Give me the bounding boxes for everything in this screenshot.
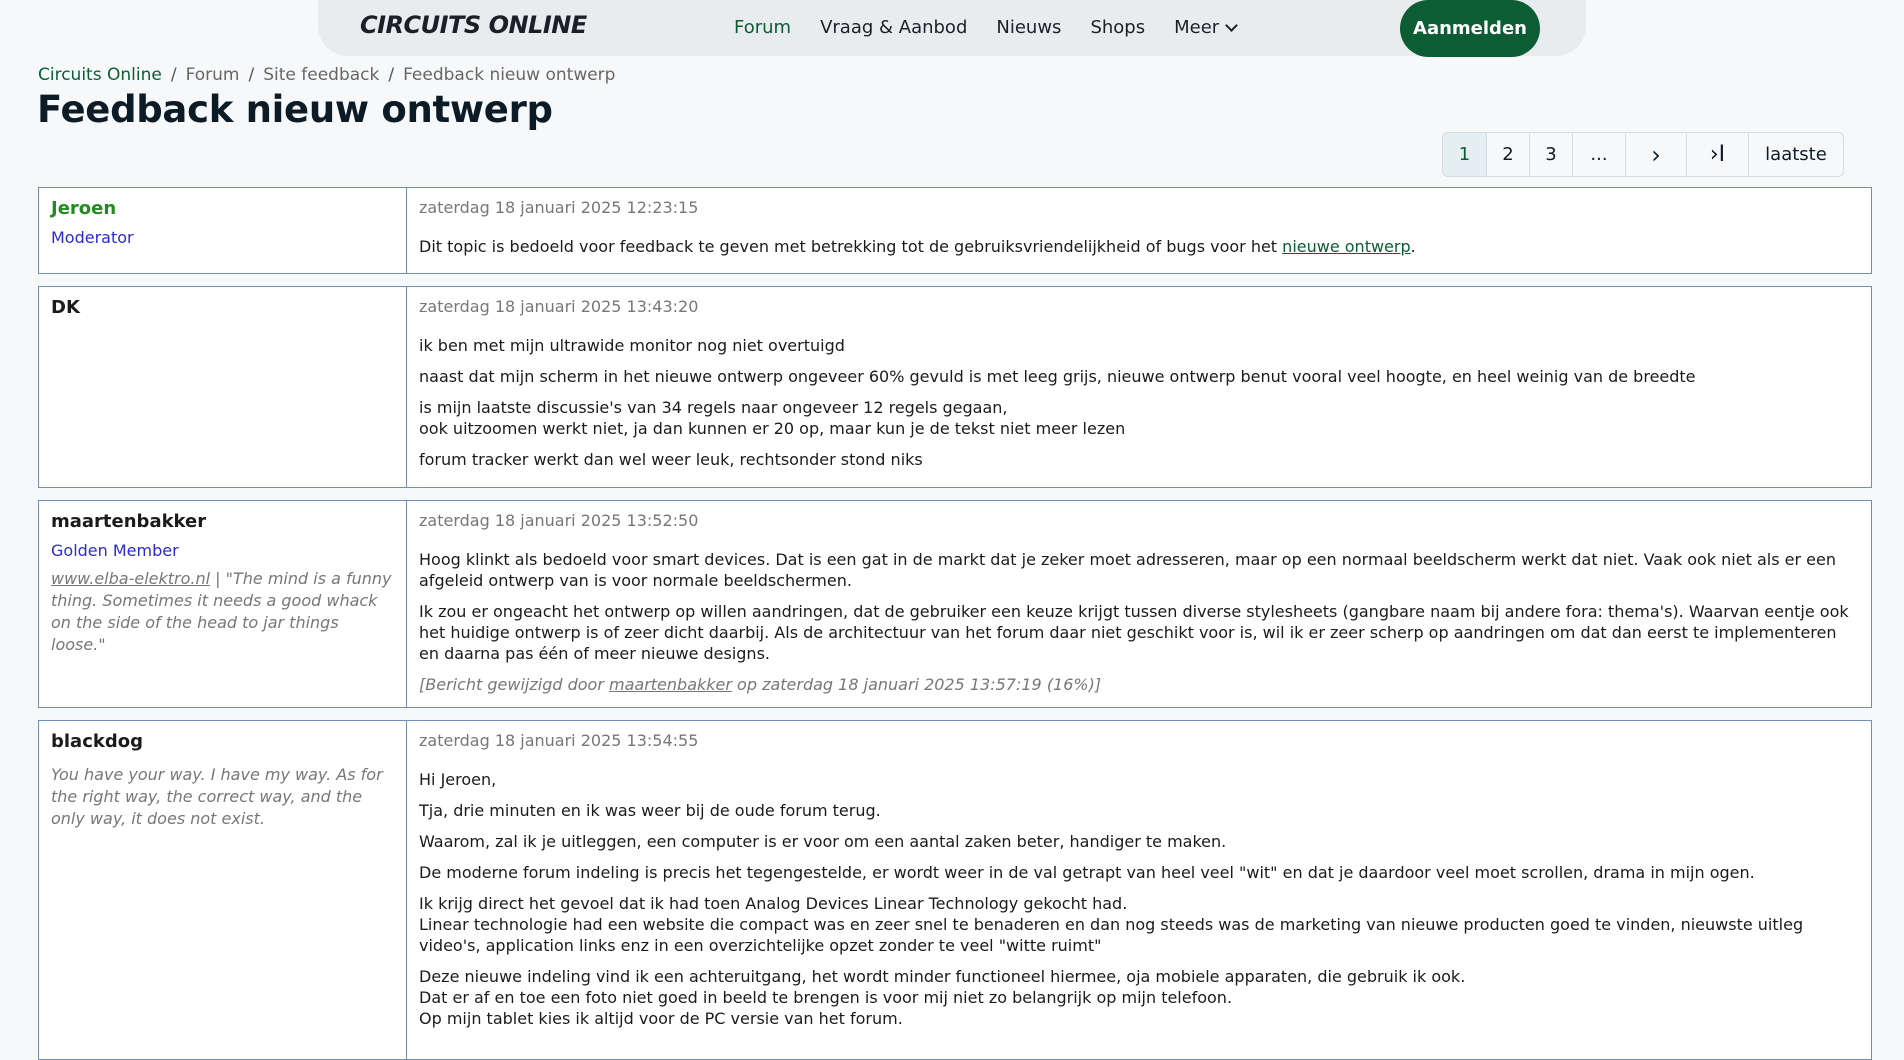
author-signature: You have your way. I have my way. As for…	[51, 765, 383, 828]
post-author-panel: DK	[39, 287, 407, 487]
top-navigation: CIRCUITS ONLINE Forum Vraag & Aanbod Nie…	[318, 0, 1586, 57]
author-name[interactable]: maartenbakker	[51, 511, 394, 532]
nav-meer-label: Meer	[1174, 17, 1220, 38]
post-paragraph: Deze nieuwe indeling vind ik een achteru…	[419, 967, 1466, 1028]
post-content: zaterdag 18 januari 2025 12:23:15 Dit to…	[407, 188, 1871, 276]
post-paragraph: Hi Jeroen,	[419, 770, 497, 789]
author-signature: www.elba-elektro.nl | "The mind is a fun…	[51, 569, 392, 654]
post-content: zaterdag 18 januari 2025 13:52:50 Hoog k…	[407, 501, 1871, 714]
author-rank: Golden Member	[51, 541, 179, 560]
post-author-panel: Jeroen Moderator	[39, 188, 407, 273]
page-title: Feedback nieuw ontwerp	[37, 88, 553, 131]
post-jeroen: Jeroen Moderator zaterdag 18 januari 202…	[38, 187, 1872, 274]
next-page-icon[interactable]: ›	[1626, 132, 1687, 177]
site-logo[interactable]: CIRCUITS ONLINE	[360, 11, 587, 39]
post-paragraph: Ik krijg direct het gevoel dat ik had to…	[419, 894, 1804, 955]
post-content: zaterdag 18 januari 2025 13:54:55 Hi Jer…	[407, 721, 1871, 1048]
edit-author-link[interactable]: maartenbakker	[609, 675, 732, 694]
post-date: zaterdag 18 januari 2025 12:23:15	[419, 198, 699, 217]
chevron-down-icon	[1225, 19, 1239, 32]
breadcrumb-site-feedback[interactable]: Site feedback	[263, 65, 379, 85]
breadcrumb-forum[interactable]: Forum	[186, 65, 240, 85]
author-rank: Moderator	[51, 228, 134, 247]
post-author-panel: blackdog You have your way. I have my wa…	[39, 721, 407, 1059]
nav-shops[interactable]: Shops	[1090, 17, 1145, 38]
author-name[interactable]: DK	[51, 297, 394, 318]
post-blackdog: blackdog You have your way. I have my wa…	[38, 720, 1872, 1060]
post-author-panel: maartenbakker Golden Member www.elba-ele…	[39, 501, 407, 707]
login-button[interactable]: Aanmelden	[1400, 0, 1540, 57]
post-paragraph: Tja, drie minuten en ik was weer bij de …	[419, 801, 881, 820]
pagination: 1 2 3 ... › ›I laatste	[1442, 132, 1844, 177]
post-paragraph: forum tracker werkt dan wel weer leuk, r…	[419, 450, 923, 469]
post-paragraph: De moderne forum indeling is precis het …	[419, 863, 1755, 882]
author-name[interactable]: Jeroen	[51, 198, 394, 219]
last-page-icon[interactable]: ›I	[1687, 132, 1749, 177]
post-date: zaterdag 18 januari 2025 13:52:50	[419, 511, 699, 530]
post-paragraph: naast dat mijn scherm in het nieuwe ontw…	[419, 367, 1696, 386]
nieuwe-ontwerp-link[interactable]: nieuwe ontwerp	[1282, 237, 1410, 256]
page-3-button[interactable]: 3	[1530, 132, 1573, 177]
post-content: zaterdag 18 januari 2025 13:43:20 ik ben…	[407, 287, 1871, 489]
nav-links: Forum Vraag & Aanbod Nieuws Shops Meer	[734, 17, 1239, 38]
post-paragraph: is mijn laatste discussie's van 34 regel…	[419, 398, 1126, 438]
nav-nieuws[interactable]: Nieuws	[996, 17, 1061, 38]
nav-forum[interactable]: Forum	[734, 17, 791, 38]
signature-link[interactable]: www.elba-elektro.nl	[51, 569, 210, 588]
post-paragraph: Dit topic is bedoeld voor feedback te ge…	[419, 237, 1416, 256]
post-paragraph: ik ben met mijn ultrawide monitor nog ni…	[419, 336, 845, 355]
post-paragraph: Waarom, zal ik je uitleggen, een compute…	[419, 832, 1227, 851]
post-maartenbakker: maartenbakker Golden Member www.elba-ele…	[38, 500, 1872, 708]
nav-vraag-aanbod[interactable]: Vraag & Aanbod	[820, 17, 967, 38]
page-1-button[interactable]: 1	[1442, 132, 1487, 177]
breadcrumb: Circuits Online / Forum / Site feedback / Feed…	[38, 65, 616, 85]
page-2-button[interactable]: 2	[1487, 132, 1530, 177]
author-name[interactable]: blackdog	[51, 731, 394, 752]
post-date: zaterdag 18 januari 2025 13:54:55	[419, 731, 699, 750]
post-dk: DK zaterdag 18 januari 2025 13:43:20 ik …	[38, 286, 1872, 488]
edit-notice: [Bericht gewijzigd door maartenbakker op…	[419, 675, 1102, 694]
nav-meer[interactable]: Meer	[1174, 17, 1239, 38]
page-ellipsis: ...	[1573, 132, 1626, 177]
post-paragraph: Hoog klinkt als bedoeld voor smart devic…	[419, 550, 1836, 590]
last-page-button[interactable]: laatste	[1749, 132, 1844, 177]
breadcrumb-current: Feedback nieuw ontwerp	[403, 65, 616, 85]
post-paragraph: Ik zou er ongeacht het ontwerp op willen…	[419, 602, 1849, 663]
post-date: zaterdag 18 januari 2025 13:43:20	[419, 297, 699, 316]
breadcrumb-home[interactable]: Circuits Online	[38, 65, 162, 85]
